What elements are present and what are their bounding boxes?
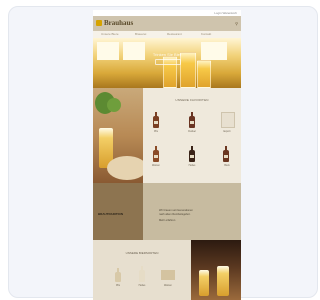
favorites-title: UNSERE FAVORITEN bbox=[175, 98, 209, 102]
beer-glass bbox=[199, 270, 209, 296]
product-name[interactable]: Weizen bbox=[157, 284, 179, 287]
top-bar-links[interactable]: Login Warenkorb bbox=[214, 11, 237, 15]
beer-glass bbox=[217, 266, 229, 296]
product-bottle[interactable] bbox=[115, 268, 121, 282]
product-name[interactable]: Pils bbox=[145, 130, 167, 133]
plant-leaf bbox=[107, 98, 121, 112]
tradition-link[interactable]: Mehr erfahren bbox=[159, 219, 175, 222]
main-nav: Unsere Biere Brauerei Restaurant Kontakt bbox=[93, 31, 241, 38]
website-preview: Login Warenkorb Brauhaus ⚲ Unsere Biere … bbox=[93, 10, 241, 300]
beer-types-title: UNSERE BIERSORTEN bbox=[125, 251, 159, 255]
plate bbox=[107, 156, 143, 180]
nav-item-restaurant[interactable]: Restaurant bbox=[167, 32, 182, 36]
product-pack[interactable] bbox=[221, 112, 235, 128]
nav-item-beers[interactable]: Unsere Biere bbox=[101, 32, 119, 36]
product-name[interactable]: Export bbox=[216, 130, 238, 133]
site-logo[interactable]: Brauhaus bbox=[104, 19, 133, 27]
tradition-text-panel: Wir brauen seit Generationen nach altem … bbox=[143, 183, 241, 240]
product-bottle[interactable] bbox=[189, 146, 195, 162]
product-name[interactable]: Helles bbox=[181, 164, 203, 167]
beer-glass bbox=[180, 52, 196, 88]
logo-icon bbox=[96, 20, 102, 26]
product-bottle[interactable] bbox=[153, 146, 159, 162]
hero-window bbox=[97, 42, 119, 60]
hero-banner: Trinken Sie Bier bbox=[93, 38, 241, 88]
tradition-banner: BRAUTRADITION bbox=[93, 183, 143, 240]
product-name[interactable]: Pils bbox=[107, 284, 129, 287]
hero-title: Trinken Sie Bier bbox=[152, 52, 182, 57]
tradition-text: Wir brauen seit Generationen bbox=[159, 209, 193, 212]
hero-window bbox=[201, 42, 227, 60]
product-bottle[interactable] bbox=[139, 266, 145, 282]
beer-glass bbox=[197, 60, 211, 88]
product-pack[interactable] bbox=[161, 270, 175, 280]
product-bottle[interactable] bbox=[153, 112, 159, 128]
favorites-section: UNSERE FAVORITEN Pils Dunkel Export Weiz… bbox=[143, 88, 241, 183]
hero-window bbox=[123, 42, 145, 60]
food-photo bbox=[93, 88, 143, 183]
tradition-heading: BRAUTRADITION bbox=[98, 212, 123, 216]
product-name[interactable]: Dunkel bbox=[181, 130, 203, 133]
product-bottle[interactable] bbox=[223, 146, 229, 162]
restaurant-photo bbox=[191, 240, 241, 300]
hero-cta-button[interactable] bbox=[155, 59, 181, 65]
product-name[interactable]: Bock bbox=[216, 164, 238, 167]
search-icon[interactable]: ⚲ bbox=[235, 21, 238, 26]
site-header: Brauhaus ⚲ bbox=[93, 16, 241, 31]
nav-item-brewery[interactable]: Brauerei bbox=[135, 32, 146, 36]
tradition-text: nach altem Reinheitsgebot. bbox=[159, 213, 191, 216]
nav-item-contact[interactable]: Kontakt bbox=[201, 32, 211, 36]
beer-types-section: UNSERE BIERSORTEN Pils Helles Weizen bbox=[93, 240, 191, 300]
product-name[interactable]: Weizen bbox=[145, 164, 167, 167]
product-bottle[interactable] bbox=[189, 112, 195, 128]
product-name[interactable]: Helles bbox=[131, 284, 153, 287]
